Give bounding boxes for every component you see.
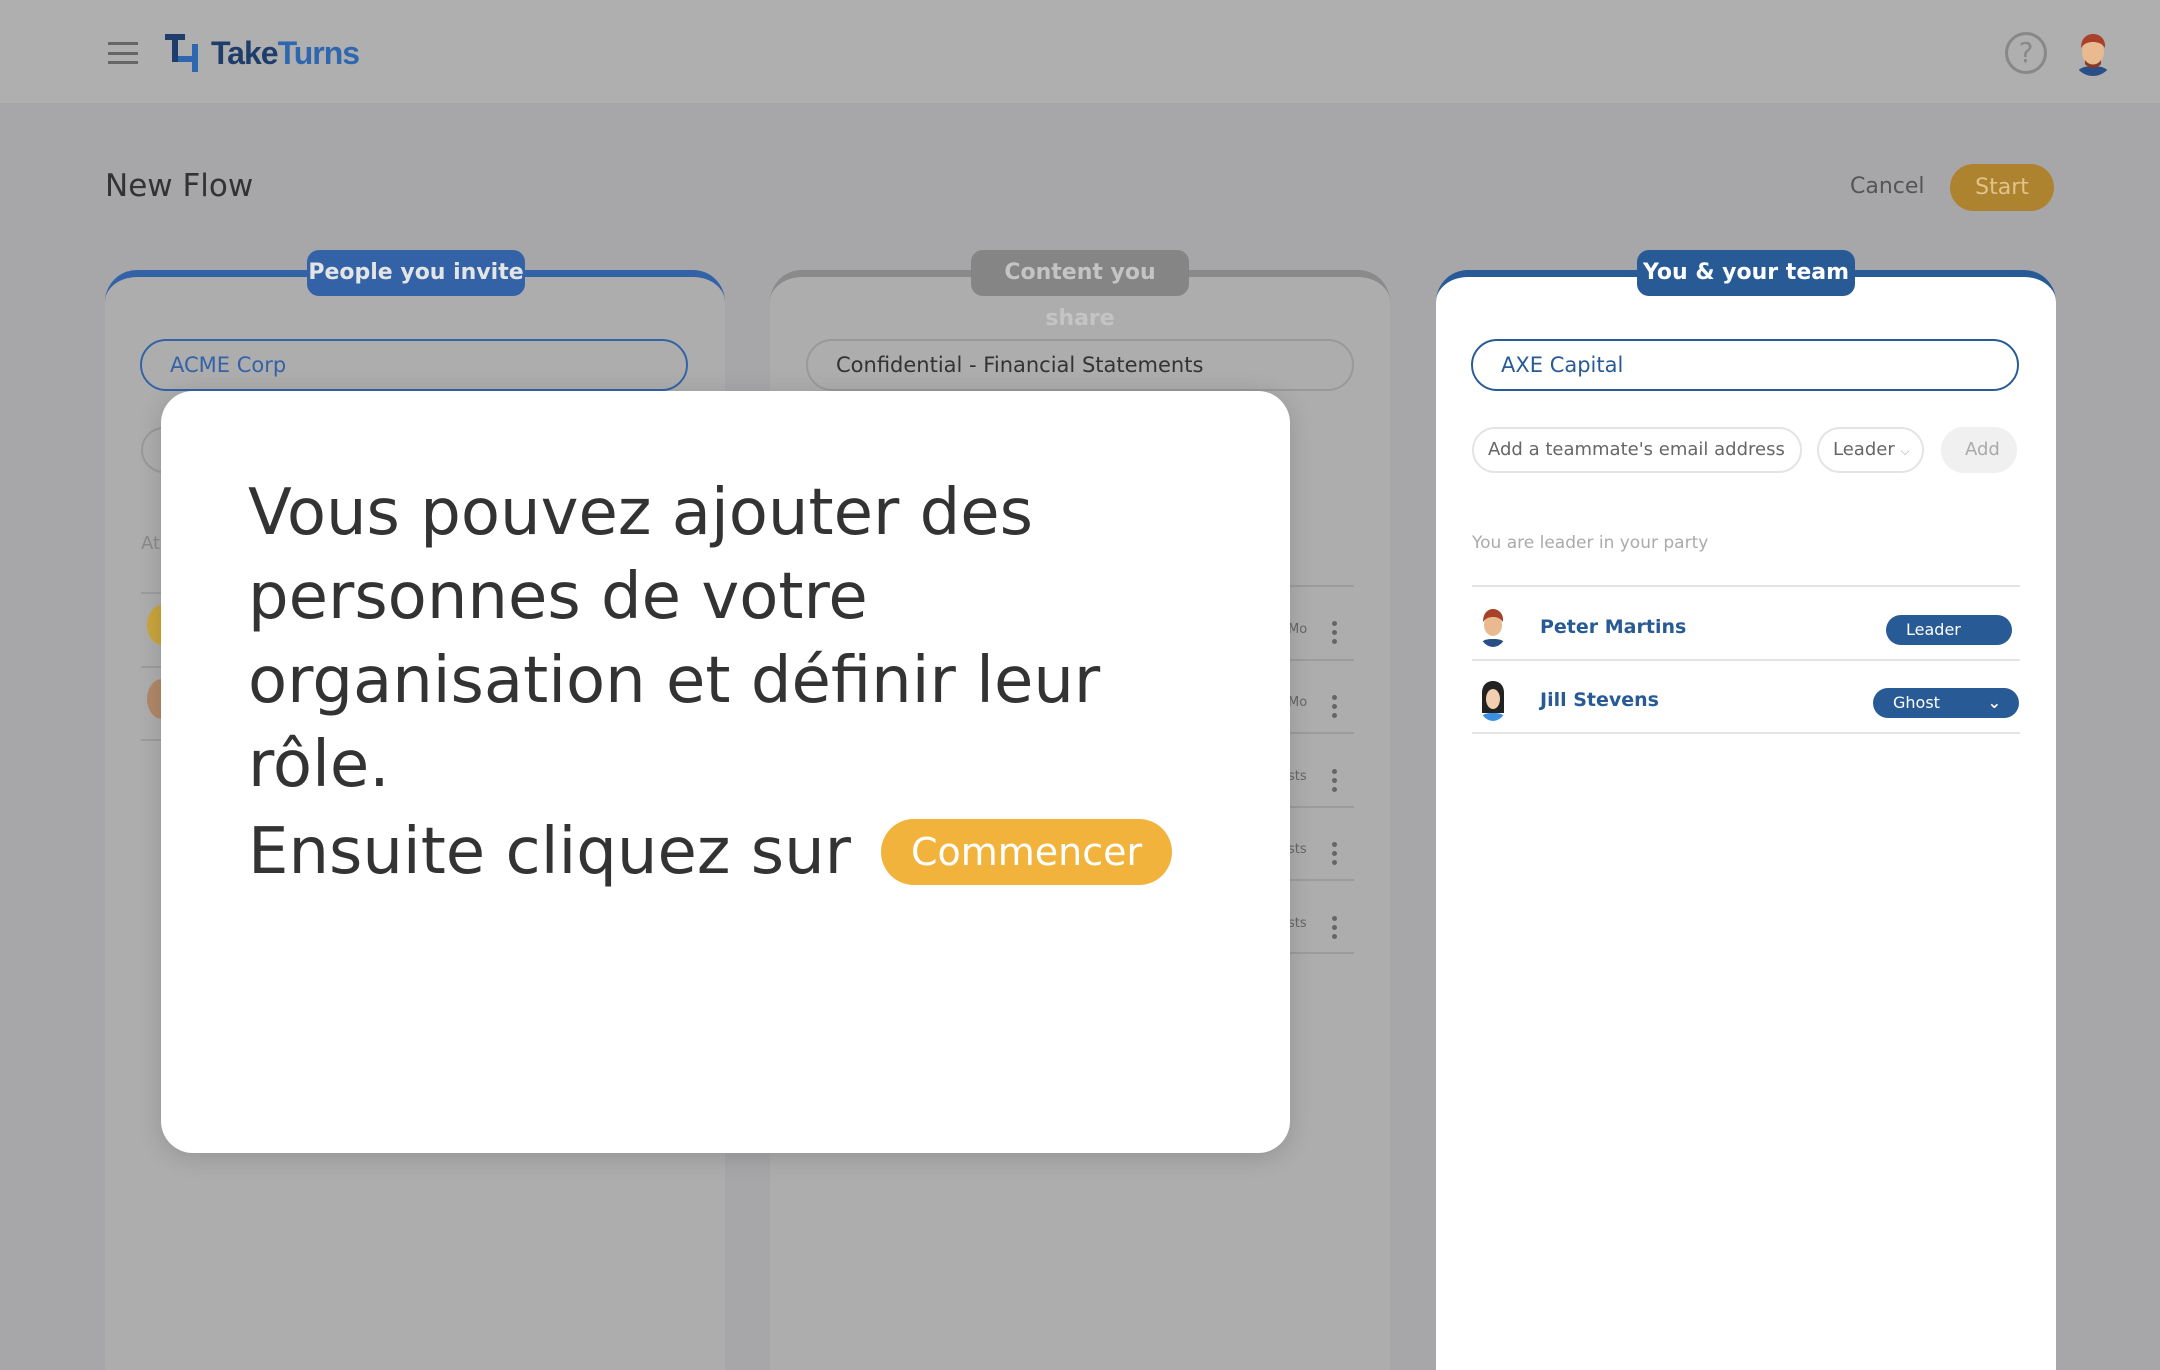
file-status: sts [1288,769,1307,784]
member-role-badge: Leader [1886,615,2012,645]
invite-info-label: At [141,533,161,554]
leader-info-label: You are leader in your party [1472,533,1709,553]
tooltip-message: Vous pouvez ajouter des personnes de vot… [248,476,1101,802]
file-size: Mo [1288,695,1308,710]
member-role-select[interactable]: Ghost ⌄ [1873,688,2019,718]
role-select[interactable]: Leader ⌵ [1817,427,1924,473]
tab-you-and-your-team[interactable]: You & your team [1637,250,1855,296]
more-icon[interactable] [1332,769,1338,796]
add-button[interactable]: Add [1941,427,2017,473]
hamburger-icon[interactable] [108,42,138,64]
tab-people-you-invite[interactable]: People you invite [307,250,525,296]
commencer-button-illustration: Commencer [880,819,1173,885]
member-avatar [1478,605,1508,647]
more-icon[interactable] [1332,695,1338,722]
role-select-value: Leader [1833,439,1895,460]
tooltip-instruction: Ensuite cliquez sur Commencer [248,815,1173,889]
chevron-down-icon: ⌄ [1987,693,2001,712]
content-title-input[interactable]: Confidential - Financial Statements [806,339,1354,391]
cancel-button[interactable]: Cancel [1850,174,1925,199]
member-avatar [1478,679,1508,721]
more-icon[interactable] [1332,842,1338,869]
member-name[interactable]: Peter Martins [1540,616,1686,638]
page-title: New Flow [105,168,254,204]
onboarding-tooltip: Vous pouvez ajouter des personnes de vot… [161,391,1290,1153]
member-role-value: Ghost [1893,693,1940,712]
file-size: Mo [1288,622,1308,637]
teammate-email-input[interactable]: Add a teammate's email address [1472,427,1802,473]
app-header: TakeTurns ? [0,0,2160,103]
team-company-input[interactable]: AXE Capital [1471,339,2019,391]
tab-content-you-share[interactable]: Content you share [971,250,1189,331]
file-status: sts [1288,842,1307,857]
logo-text-take: Take [211,34,279,71]
logo[interactable]: TakeTurns [165,34,361,72]
member-name[interactable]: Jill Stevens [1540,689,1659,711]
team-panel: AXE Capital Add a teammate's email addre… [1436,270,2056,1370]
user-avatar[interactable] [2072,30,2114,76]
more-icon[interactable] [1332,916,1338,943]
file-status: sts [1288,916,1307,931]
logo-text-turns: Turns [277,34,361,71]
help-icon[interactable]: ? [2005,32,2047,74]
logo-mark-icon [165,34,198,72]
start-button[interactable]: Start [1950,164,2054,211]
invite-company-input[interactable]: ACME Corp [140,339,688,391]
chevron-down-icon: ⌵ [1900,444,1910,458]
more-icon[interactable] [1332,621,1338,648]
tooltip-instruction-text: Ensuite cliquez sur [248,815,851,889]
